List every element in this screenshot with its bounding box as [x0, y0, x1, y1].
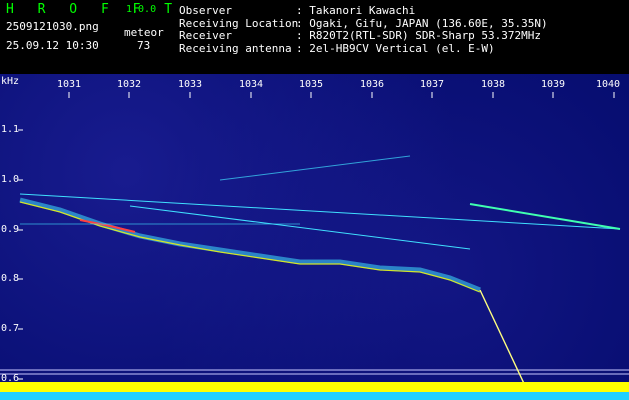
x-tick-label: 1040 — [595, 79, 621, 90]
header-panel: H R O F F T 1.0.0 2509121030.png meteor … — [0, 0, 629, 74]
y-tick-label: 0.7 — [1, 323, 20, 334]
descending-trail — [479, 289, 529, 393]
x-tick-label: 1035 — [298, 79, 324, 90]
spectrogram-overlay — [0, 92, 629, 400]
y-tick-label: 1.1 — [1, 124, 20, 135]
x-tick-label: 1031 — [56, 79, 82, 90]
y-tick-label: 0.9 — [1, 224, 20, 235]
timestamp: 25.09.12 10:30 — [6, 39, 99, 52]
x-tick-label: 1032 — [116, 79, 142, 90]
x-tick-label: 1038 — [480, 79, 506, 90]
meteor-echo-highlight — [79, 219, 136, 233]
x-tick-label: 1037 — [419, 79, 445, 90]
x-tick-label: 1033 — [177, 79, 203, 90]
x-tick-label: 1036 — [359, 79, 385, 90]
file-name: 2509121030.png — [6, 20, 99, 33]
info-row-antenna: Receiving antenna: 2el-HB9CV Vertical (e… — [179, 41, 495, 55]
station-info: Observer: Takanori Kawachi Receiving Loc… — [179, 4, 548, 55]
x-tick-label: 1034 — [238, 79, 264, 90]
app-version: 1.0.0 — [126, 4, 157, 15]
x-tick-marks — [68, 92, 615, 98]
meteor-label: meteor — [124, 26, 164, 39]
y-tick-label: 0.6 — [1, 373, 20, 384]
meteor-echo-band — [19, 197, 481, 293]
y-tick-marks — [18, 129, 23, 380]
trail-5 — [469, 203, 621, 230]
y-tick-label: 0.8 — [1, 273, 20, 284]
meteor-echo-band-core — [19, 201, 481, 293]
y-axis-unit: kHz — [1, 76, 20, 87]
y-tick-label: 1.0 — [1, 174, 20, 185]
trail-4 — [219, 155, 411, 181]
x-tick-label: 1039 — [540, 79, 566, 90]
noise-floor-cyan — [0, 392, 629, 400]
meteor-count: 73 — [137, 39, 151, 52]
